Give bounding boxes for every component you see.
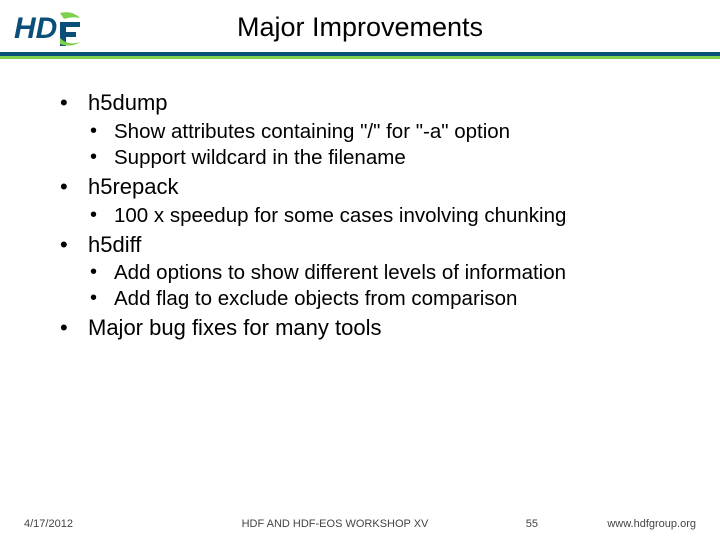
bullet-h5dump: h5dump Show attributes containing "/" fo… (60, 90, 680, 170)
bullet-list: h5dump Show attributes containing "/" fo… (60, 90, 680, 342)
sub-bullet: Add flag to exclude objects from compari… (88, 286, 680, 311)
divider-light (0, 56, 720, 59)
bullet-h5repack: h5repack 100 x speedup for some cases in… (60, 174, 680, 228)
bullet-label: Major bug fixes for many tools (88, 315, 381, 340)
slide-header: HD Major Improvements (0, 0, 720, 60)
sub-bullet: Show attributes containing "/" for "-a" … (88, 119, 680, 144)
svg-text:HD: HD (14, 12, 57, 45)
footer-date: 4/17/2012 (24, 518, 164, 530)
bullet-major-fixes: Major bug fixes for many tools (60, 315, 680, 342)
bullet-label: h5diff (88, 232, 141, 257)
slide: HD Major Improvements h5dump Show attrib… (0, 0, 720, 540)
bullet-label: h5dump (88, 90, 168, 115)
slide-title: Major Improvements (0, 0, 720, 43)
slide-content: h5dump Show attributes containing "/" fo… (0, 60, 720, 342)
footer-page: 55 (506, 518, 556, 530)
sub-bullet: Support wildcard in the filename (88, 145, 680, 170)
footer-center: HDF AND HDF-EOS WORKSHOP XV (164, 518, 506, 530)
sub-list: 100 x speedup for some cases involving c… (88, 203, 680, 228)
slide-footer: 4/17/2012 HDF AND HDF-EOS WORKSHOP XV 55… (0, 518, 720, 530)
sub-bullet: 100 x speedup for some cases involving c… (88, 203, 680, 228)
bullet-h5diff: h5diff Add options to show different lev… (60, 232, 680, 312)
hdf-logo: HD (14, 8, 84, 55)
footer-url: www.hdfgroup.org (556, 518, 696, 530)
sub-list: Add options to show different levels of … (88, 260, 680, 311)
sub-bullet: Add options to show different levels of … (88, 260, 680, 285)
bullet-label: h5repack (88, 174, 179, 199)
sub-list: Show attributes containing "/" for "-a" … (88, 119, 680, 170)
